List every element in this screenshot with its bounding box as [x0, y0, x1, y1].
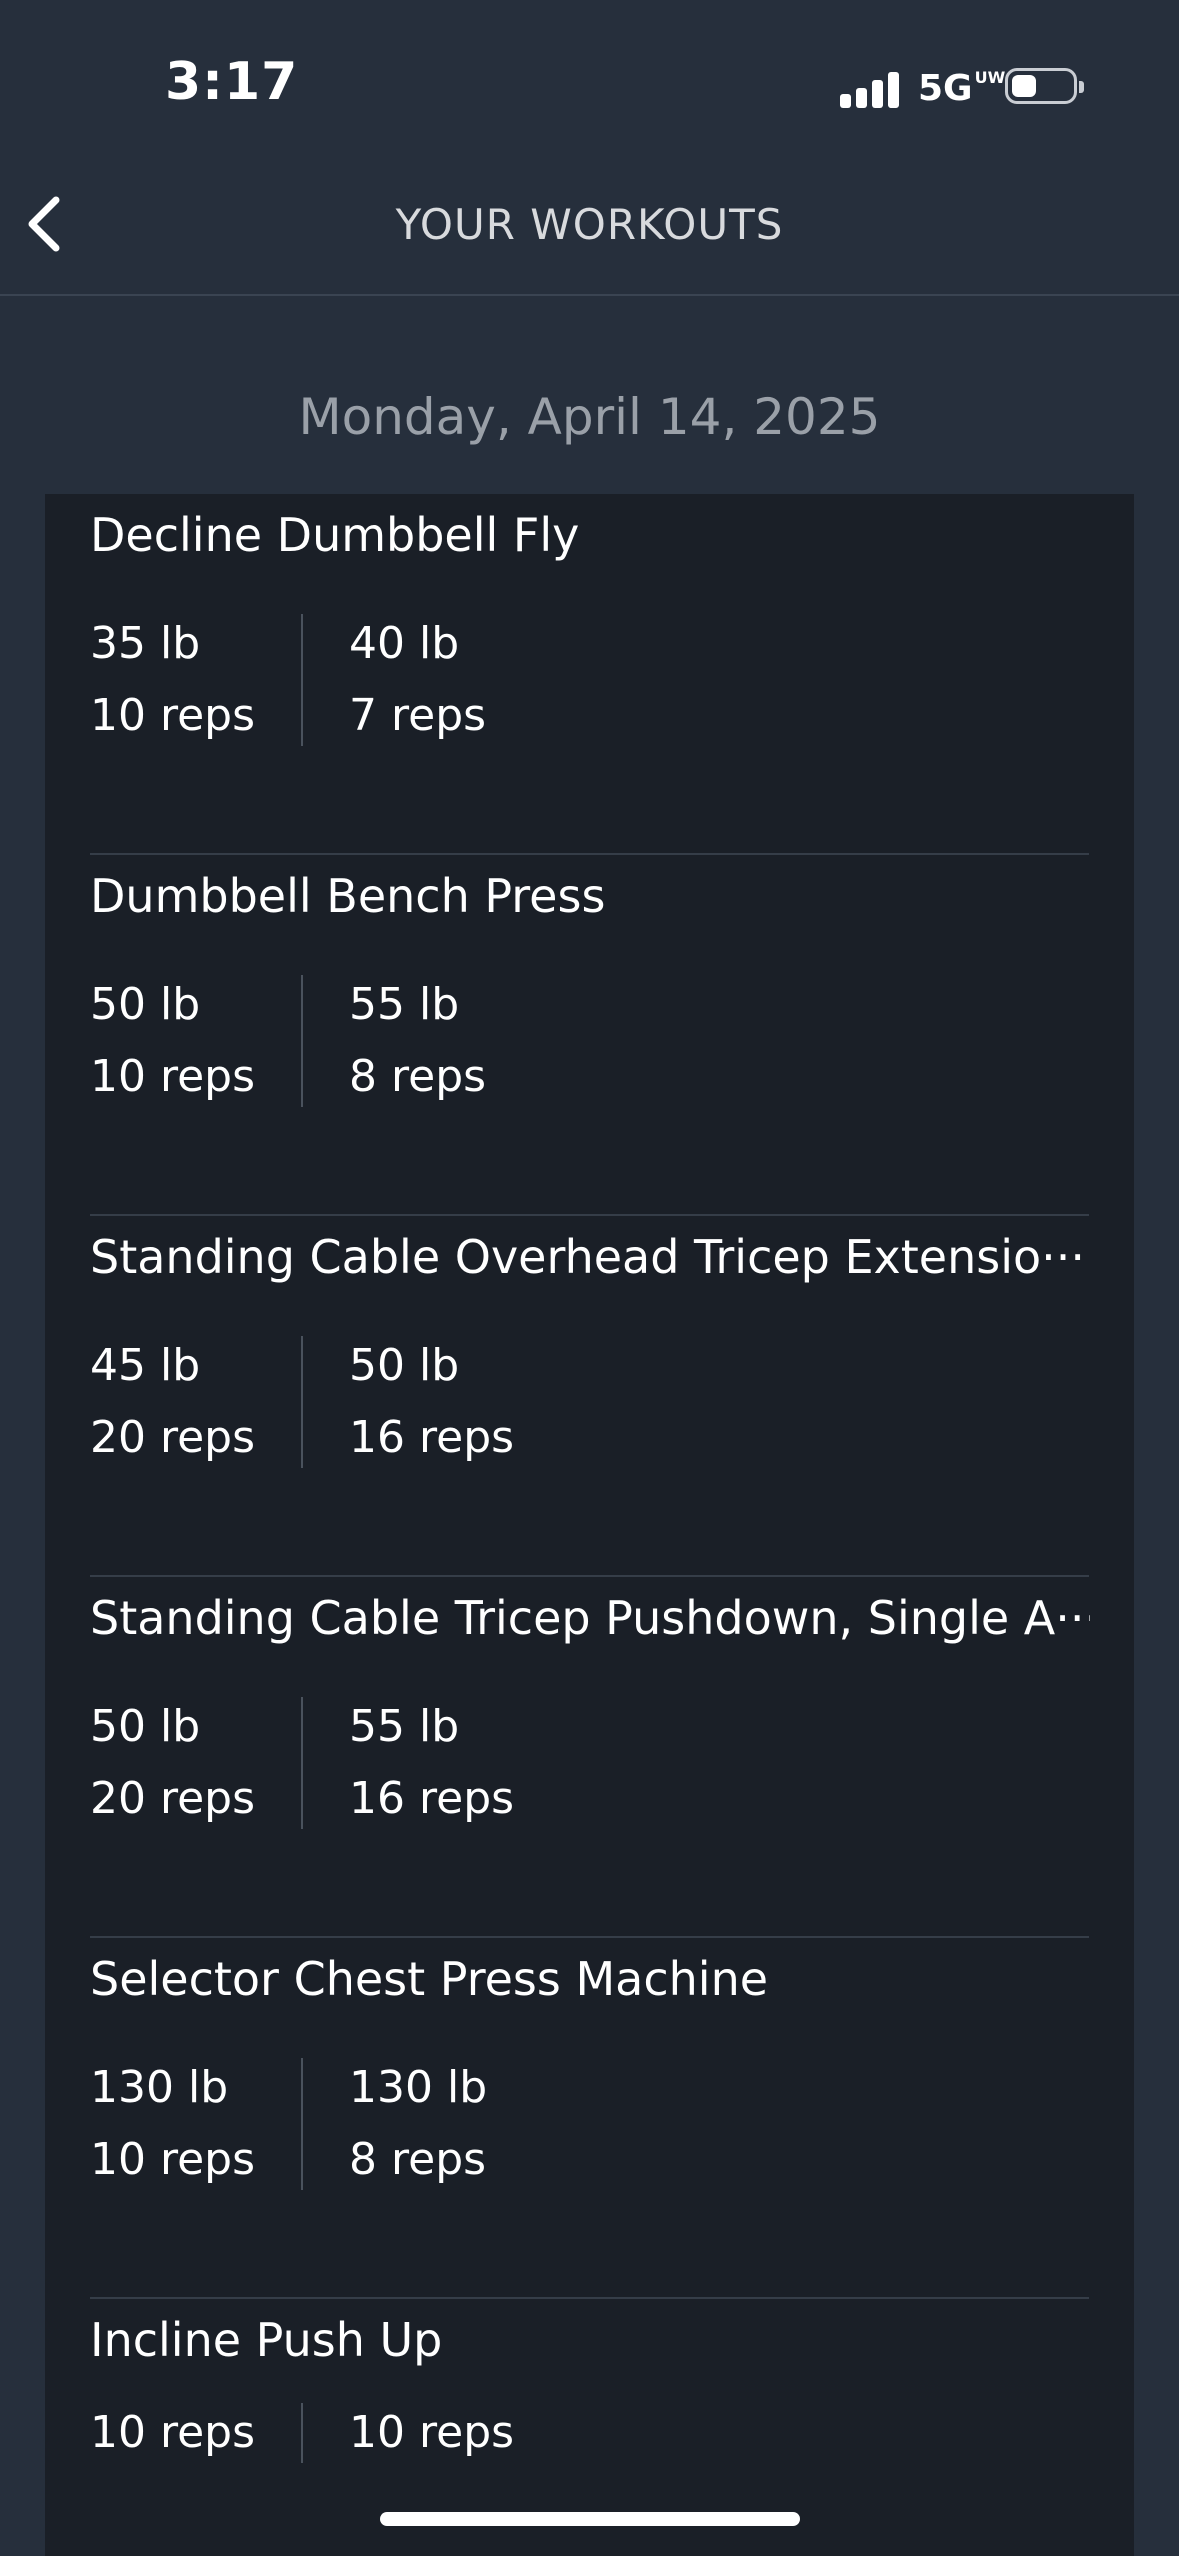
set-reps: 10 reps — [90, 1051, 256, 1102]
set-reps: 16 reps — [349, 1412, 515, 1463]
set-reps: 7 reps — [349, 690, 487, 741]
set-2: 55 lb 8 reps — [303, 975, 486, 1107]
cellular-signal-icon — [840, 68, 900, 108]
nav-bar: YOUR WORKOUTS — [0, 150, 1179, 296]
exercise-name: Dumbbell Bench Press — [90, 869, 606, 923]
exercise-name: Selector Chest Press Machine — [90, 1952, 769, 2006]
set-2: 55 lb 16 reps — [303, 1697, 514, 1829]
exercise-item[interactable]: Decline Dumbbell Fly 35 lb 10 reps 40 lb… — [90, 494, 1089, 855]
set-reps: 10 reps — [349, 2407, 515, 2458]
set-2: 50 lb 16 reps — [303, 1336, 514, 1468]
set-list: 35 lb 10 reps 40 lb 7 reps — [90, 614, 486, 746]
set-weight: 50 lb — [349, 1340, 460, 1391]
set-weight: 35 lb — [90, 618, 201, 669]
battery-icon — [1005, 68, 1084, 104]
page-title: YOUR WORKOUTS — [395, 200, 784, 249]
home-indicator[interactable] — [380, 2512, 800, 2526]
exercise-item[interactable]: Standing Cable Tricep Pushdown, Single A… — [90, 1577, 1090, 1938]
workout-card: Decline Dumbbell Fly 35 lb 10 reps 40 lb… — [45, 494, 1134, 2556]
set-reps: 16 reps — [349, 1773, 515, 1824]
set-reps: 10 reps — [90, 2134, 256, 2185]
set-1: 50 lb 20 reps — [90, 1697, 304, 1829]
set-2: 40 lb 7 reps — [303, 614, 486, 746]
set-list: 130 lb 10 reps 130 lb 8 reps — [90, 2058, 487, 2190]
set-1: 45 lb 20 reps — [90, 1336, 304, 1468]
set-reps: 20 reps — [90, 1412, 256, 1463]
set-weight: 130 lb — [349, 2062, 488, 2113]
exercise-name: Standing Cable Tricep Pushdown, Single A… — [90, 1591, 1090, 1645]
set-1: 35 lb 10 reps — [90, 614, 304, 746]
set-1: 10 reps — [90, 2403, 304, 2463]
set-2: 130 lb 8 reps — [303, 2058, 487, 2190]
set-1: 130 lb 10 reps — [90, 2058, 304, 2190]
set-weight: 45 lb — [90, 1340, 201, 1391]
set-list: 50 lb 20 reps 55 lb 16 reps — [90, 1697, 514, 1829]
set-reps: 8 reps — [349, 1051, 487, 1102]
set-weight: 40 lb — [349, 618, 460, 669]
set-1: 50 lb 10 reps — [90, 975, 304, 1107]
set-reps: 20 reps — [90, 1773, 256, 1824]
network-indicator: 5G UW — [918, 68, 1006, 109]
exercise-name: Incline Push Up — [90, 2313, 443, 2367]
set-list: 10 reps 10 reps — [90, 2403, 514, 2463]
set-2: 10 reps — [303, 2403, 514, 2463]
set-list: 50 lb 10 reps 55 lb 8 reps — [90, 975, 486, 1107]
set-reps: 10 reps — [90, 2407, 256, 2458]
set-weight: 130 lb — [90, 2062, 229, 2113]
set-list: 45 lb 20 reps 50 lb 16 reps — [90, 1336, 514, 1468]
set-weight: 55 lb — [349, 979, 460, 1030]
set-weight: 50 lb — [90, 1701, 201, 1752]
exercise-item[interactable]: Selector Chest Press Machine 130 lb 10 r… — [90, 1938, 1089, 2299]
set-reps: 8 reps — [349, 2134, 487, 2185]
set-weight: 55 lb — [349, 1701, 460, 1752]
exercise-item[interactable]: Standing Cable Overhead Tricep Extensio·… — [90, 1216, 1089, 1577]
status-time: 3:17 — [165, 52, 299, 112]
exercise-name: Decline Dumbbell Fly — [90, 508, 580, 562]
set-weight: 50 lb — [90, 979, 201, 1030]
set-reps: 10 reps — [90, 690, 256, 741]
exercise-item[interactable]: Dumbbell Bench Press 50 lb 10 reps 55 lb… — [90, 855, 1089, 1216]
status-bar: 3:17 5G UW — [0, 0, 1179, 150]
workout-date: Monday, April 14, 2025 — [298, 388, 881, 446]
exercise-name: Standing Cable Overhead Tricep Extensio·… — [90, 1230, 1086, 1284]
